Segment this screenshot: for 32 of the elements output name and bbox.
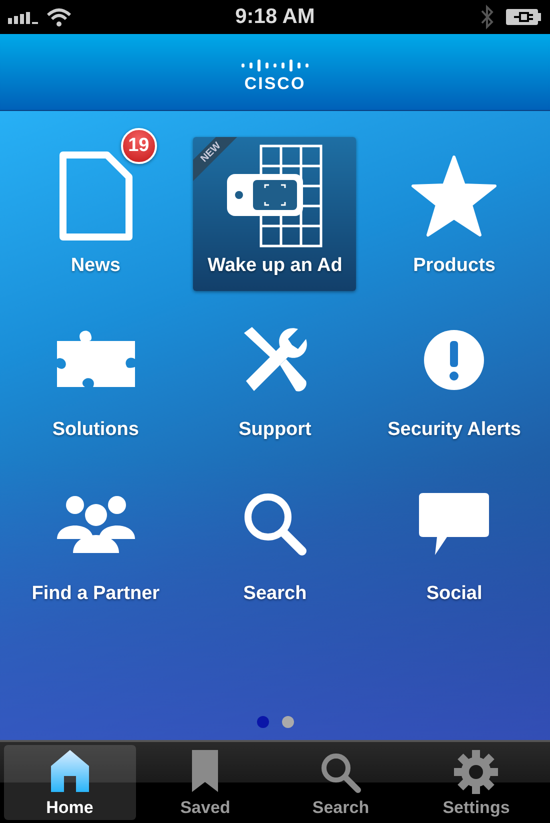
- battery-icon: [506, 8, 542, 26]
- menu-tile[interactable]: Social: [366, 455, 542, 619]
- wifi-icon: [46, 7, 72, 27]
- document-icon: [58, 151, 133, 241]
- clock-time: 9:18 AM: [235, 5, 315, 29]
- speech-bubble-icon: [417, 491, 492, 557]
- alert-icon: [423, 329, 486, 391]
- home-icon: [48, 748, 91, 794]
- menu-tile[interactable]: Search: [186, 455, 363, 619]
- phone-scan-icon: [224, 144, 325, 248]
- count-badge: 19: [120, 128, 157, 164]
- page-dot[interactable]: [256, 716, 268, 728]
- search-icon: [242, 491, 308, 557]
- bookmark-icon: [190, 748, 220, 794]
- menu-tile[interactable]: Security Alerts: [366, 291, 542, 455]
- page-dot[interactable]: [282, 716, 294, 728]
- menu-tile[interactable]: Solutions: [8, 291, 184, 455]
- menu-tile[interactable]: Products: [366, 127, 542, 291]
- tab[interactable]: Search: [275, 745, 406, 820]
- logo-wordmark: CISCO: [244, 74, 306, 92]
- tab[interactable]: Saved: [140, 745, 271, 820]
- signal-icon: [8, 10, 40, 24]
- bluetooth-icon: [480, 4, 494, 30]
- star-icon: [411, 155, 498, 237]
- search-icon: [320, 752, 362, 794]
- menu-tile[interactable]: Find a Partner: [8, 455, 184, 619]
- tab[interactable]: Settings: [410, 745, 542, 820]
- menu-tile[interactable]: News 19: [8, 127, 184, 291]
- tab[interactable]: Home: [4, 745, 136, 820]
- settings-icon: [454, 750, 498, 794]
- people-icon: [54, 495, 137, 553]
- menu-tile[interactable]: Support: [186, 291, 363, 455]
